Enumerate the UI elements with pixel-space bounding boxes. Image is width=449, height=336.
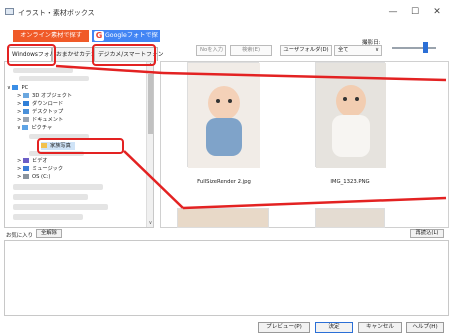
tree-item-label: ダウンロード — [32, 101, 64, 107]
favorites-area[interactable] — [4, 240, 449, 316]
desktop-icon — [23, 109, 30, 114]
expand-arrow-icon[interactable]: > — [17, 158, 21, 164]
slider-handle[interactable] — [423, 42, 428, 53]
tree-item-music[interactable]: > ミュージック — [17, 165, 63, 173]
blurred-item — [13, 194, 88, 200]
search-button[interactable]: 検索(E) — [230, 45, 272, 56]
blurred-item — [29, 134, 89, 139]
date-select-value: 全て — [338, 47, 349, 53]
scroll-down-icon[interactable]: ∨ — [147, 220, 154, 227]
maximize-button[interactable]: ☐ — [404, 5, 426, 19]
photo-thumbnail[interactable] — [315, 62, 386, 168]
blurred-item — [13, 184, 103, 190]
thumbnail-caption: FullSizeRender 2.jpg — [197, 179, 251, 185]
tree-item-label: 3D オブジェクト — [32, 93, 73, 99]
minimize-button[interactable]: — — [382, 5, 404, 19]
blurred-item — [13, 68, 73, 73]
tree-item-downloads[interactable]: > ダウンロード — [17, 100, 63, 108]
tree-scrollbar[interactable]: ∧ ∨ — [146, 62, 153, 227]
preview-button[interactable]: プレビュー(P) — [258, 322, 310, 333]
expand-arrow-icon[interactable]: > — [17, 174, 21, 180]
ok-button[interactable]: 決定 — [315, 322, 353, 333]
expand-arrow-icon[interactable]: > — [17, 93, 21, 99]
blurred-item — [29, 151, 84, 156]
download-icon — [23, 101, 30, 106]
scrollbar-thumb[interactable] — [148, 74, 153, 134]
tree-item-label: ドキュメント — [32, 117, 64, 123]
scroll-up-icon[interactable]: ∧ — [147, 62, 154, 69]
tree-item-pc[interactable]: ∨ PC — [7, 84, 28, 92]
tree-item-label: デスクトップ — [32, 109, 64, 115]
folder-tree[interactable]: ∨ PC > 3D オブジェクト > ダウンロード > デスクトップ > ドキュ… — [4, 61, 154, 228]
number-search-input[interactable]: Noを入力 — [196, 45, 226, 56]
pc-icon — [12, 85, 19, 90]
source-tabs: Windowsフォルダ おまかせカテゴリ デジカメ/スマートフォン — [8, 47, 164, 61]
chevron-down-icon: ∨ — [375, 47, 379, 53]
cancel-button[interactable]: キャンセル — [358, 322, 402, 333]
tree-item-3d-objects[interactable]: > 3D オブジェクト — [17, 92, 72, 100]
music-icon — [23, 166, 30, 171]
blurred-item — [19, 76, 89, 81]
picture-icon — [22, 125, 29, 130]
tree-item-desktop[interactable]: > デスクトップ — [17, 108, 63, 116]
favorites-bar: お気に入り 全解除 再読込(L) — [0, 228, 449, 240]
tree-item-label: 家族写真 — [50, 143, 71, 149]
help-button[interactable]: ヘルプ(H) — [406, 322, 444, 333]
tree-item-label: ミュージック — [32, 166, 64, 172]
tree-item-label: PC — [21, 85, 29, 91]
document-icon — [23, 117, 30, 122]
tree-item-videos[interactable]: > ビデオ — [17, 157, 48, 165]
google-photos-button[interactable]: G Googleフォトで探す — [92, 30, 160, 51]
tree-item-label: ピクチャ — [31, 125, 53, 131]
title-bar: イラスト・素材ボックス — ☐ ✕ — [0, 0, 449, 24]
baby-photo-icon — [316, 63, 386, 168]
dialog-footer: プレビュー(P) 決定 キャンセル ヘルプ(H) — [0, 318, 449, 336]
clear-all-button[interactable]: 全解除 — [36, 229, 62, 238]
reload-button[interactable]: 再読込(L) — [410, 229, 444, 238]
thumbnail-caption: IMG_1323.PNG — [330, 179, 370, 185]
tree-item-family-photos[interactable]: 家族写真 — [41, 142, 75, 150]
cube-icon — [23, 93, 30, 98]
window-title: イラスト・素材ボックス — [18, 9, 95, 17]
photo-thumbnail[interactable] — [187, 62, 260, 168]
expand-arrow-icon[interactable]: ∨ — [7, 85, 11, 91]
tab-auto-category[interactable]: おまかせカテゴリ — [52, 47, 102, 61]
user-folder-button[interactable]: ユーザフォルダ(D) — [280, 45, 332, 56]
photo-thumbnail[interactable] — [177, 208, 269, 228]
video-icon — [23, 158, 30, 163]
tree-item-label: OS (C:) — [32, 174, 51, 180]
expand-arrow-icon[interactable]: > — [17, 117, 21, 123]
thumbnail-size-slider[interactable] — [392, 47, 436, 49]
baby-photo-icon — [188, 63, 260, 168]
app-icon — [5, 8, 14, 15]
close-button[interactable]: ✕ — [426, 5, 448, 19]
date-select[interactable]: 全て ∨ — [334, 45, 382, 56]
photo-thumbnail[interactable] — [315, 208, 385, 228]
online-material-button[interactable]: オンライン素材で探す — [13, 30, 89, 42]
folder-icon — [41, 143, 47, 148]
tree-item-documents[interactable]: > ドキュメント — [17, 116, 63, 124]
expand-arrow-icon[interactable]: > — [17, 109, 21, 115]
tab-windows-folder[interactable]: Windowsフォルダ — [8, 47, 61, 61]
tree-item-os-drive[interactable]: > OS (C:) — [17, 173, 50, 181]
expand-arrow-icon[interactable]: > — [17, 166, 21, 172]
expand-arrow-icon[interactable]: ∨ — [17, 125, 21, 131]
tree-item-label: ビデオ — [32, 158, 48, 164]
tree-item-pictures[interactable]: ∨ ピクチャ — [17, 124, 52, 132]
expand-arrow-icon[interactable]: > — [17, 101, 21, 107]
blurred-item — [13, 204, 108, 210]
favorites-label: お気に入り — [6, 233, 33, 239]
thumbnail-grid[interactable]: FullSizeRender 2.jpg IMG_1323.PNG — [160, 61, 449, 228]
blurred-item — [13, 214, 83, 220]
google-icon: G — [94, 31, 104, 41]
tab-camera-smartphone[interactable]: デジカメ/スマートフォン — [94, 47, 164, 61]
drive-icon — [23, 174, 30, 179]
